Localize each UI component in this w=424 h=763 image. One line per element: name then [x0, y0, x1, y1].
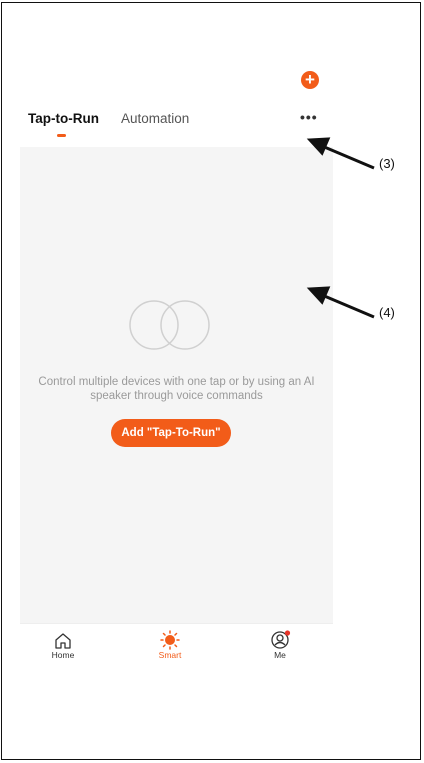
annotation-label-4: (4)	[379, 305, 395, 320]
annotation-arrows	[306, 137, 375, 319]
annotation-label-3: (3)	[379, 156, 395, 171]
screenshot-frame: + Tap-to-Run Automation ••• Control mult…	[1, 2, 421, 760]
